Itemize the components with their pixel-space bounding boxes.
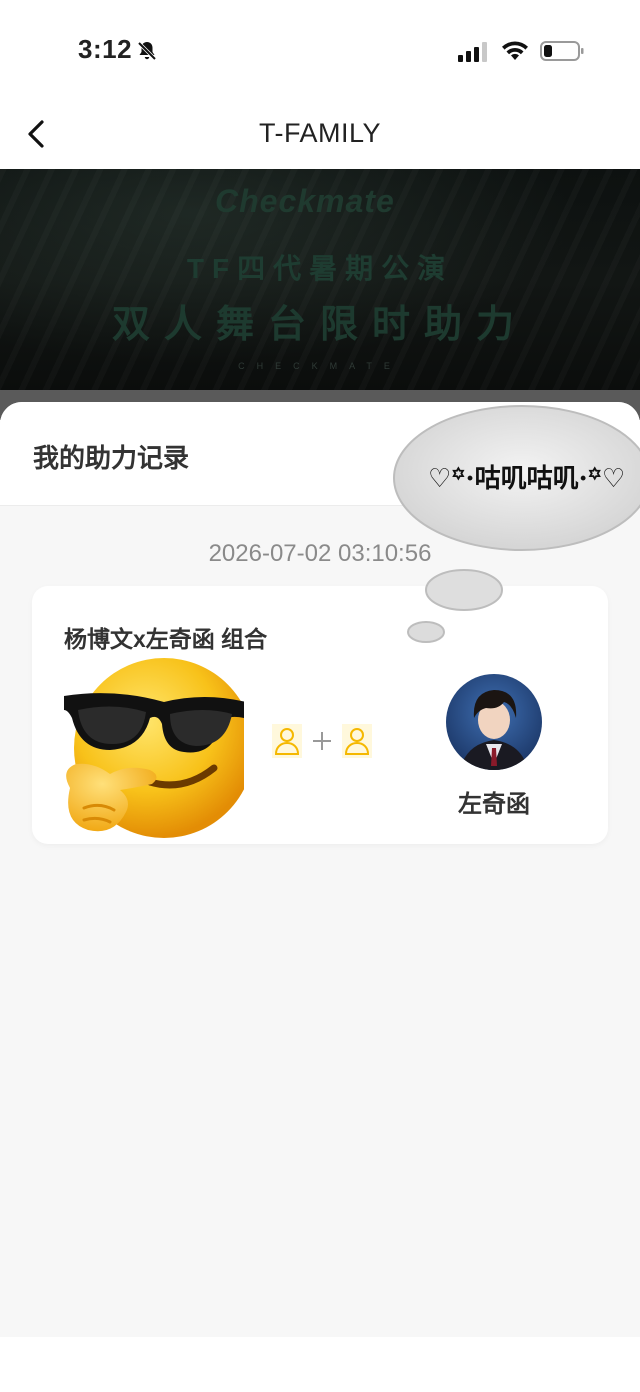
sticker-text: ♡꙳·咕叽咕叽·꙳♡ xyxy=(428,464,626,494)
plus-icon xyxy=(313,732,331,750)
banner-caption: CHECKMATE xyxy=(238,361,402,371)
banner-brand: Checkmate xyxy=(215,183,395,219)
banner-subheadline: 双人舞台限时助力 xyxy=(111,304,528,346)
person-icon xyxy=(272,724,302,758)
nav-bar: T-FAMILY xyxy=(0,100,640,169)
bottom-safe-area xyxy=(0,1337,640,1392)
sheet-title: 我的助力记录 xyxy=(33,443,190,473)
group-title: 杨博文x左奇函 组合 xyxy=(64,626,268,652)
battery-icon xyxy=(540,41,584,61)
banner-headline: TF四代暑期公演 xyxy=(186,253,454,284)
wifi-icon xyxy=(502,41,528,60)
sunglasses-emoji xyxy=(64,658,244,838)
signal-icon xyxy=(458,42,487,62)
status-bar: 3:12 xyxy=(0,0,640,100)
person-icon xyxy=(342,724,372,758)
thought-bubble-dot xyxy=(425,569,503,611)
support-record-card[interactable]: 杨博文x左奇函 组合 左奇函 xyxy=(32,586,608,844)
member-name: 左奇函 xyxy=(458,791,530,818)
avatar[interactable] xyxy=(446,674,542,770)
status-time: 3:12 xyxy=(78,34,133,64)
combo-indicator xyxy=(272,724,372,760)
bell-slash-icon xyxy=(137,41,157,61)
page-title: T-FAMILY xyxy=(258,118,382,148)
event-banner[interactable]: Checkmate TF四代暑期公演 双人舞台限时助力 CHECKMATE xyxy=(0,169,640,390)
thought-bubble-dot xyxy=(407,621,445,643)
